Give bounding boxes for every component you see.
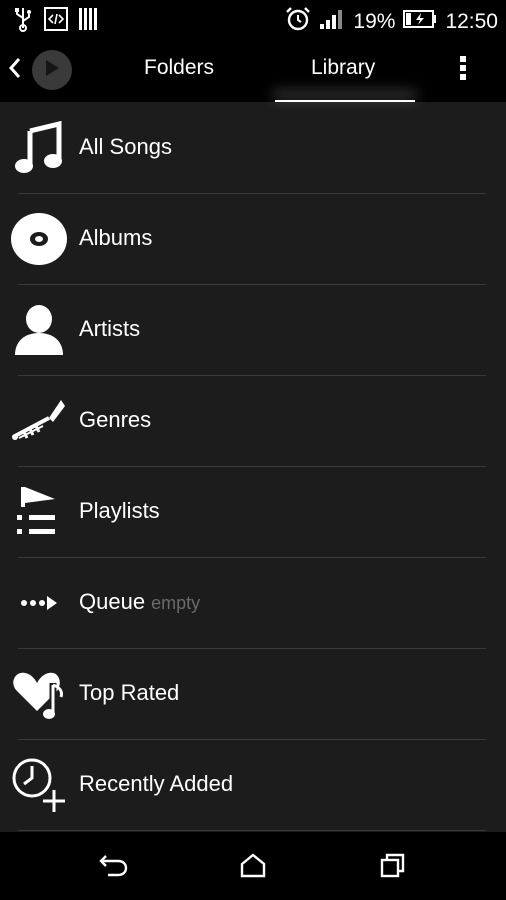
battery-percent: 19% <box>353 9 396 33</box>
trumpet-icon <box>8 390 70 452</box>
list-item-genres[interactable]: Genres <box>0 376 506 467</box>
list-item-label: Queue empty <box>79 589 201 614</box>
list-item-all-songs[interactable]: All Songs <box>0 103 506 194</box>
list-item-albums[interactable]: Albums <box>0 194 506 285</box>
list-item-label: Playlists <box>79 498 160 523</box>
music-note-icon <box>8 117 70 179</box>
disc-icon <box>8 208 70 270</box>
list-item-label: Artists <box>79 316 141 341</box>
list-item-label: Genres <box>79 407 152 432</box>
barcode-icon <box>78 7 100 36</box>
home-icon <box>238 852 268 883</box>
queue-icon <box>8 572 70 634</box>
overflow-menu-icon[interactable] <box>458 56 468 84</box>
list-item-queue[interactable]: Queue empty <box>0 558 506 649</box>
developer-code-icon <box>44 7 68 36</box>
person-icon <box>8 299 70 361</box>
clock-plus-icon <box>8 754 70 816</box>
play-icon <box>43 58 61 83</box>
list-item-playlists[interactable]: Playlists <box>0 467 506 558</box>
recent-apps-button[interactable] <box>378 852 408 882</box>
list-item-label: All Songs <box>79 134 172 159</box>
home-button[interactable] <box>238 852 268 882</box>
battery-charging-icon <box>403 10 437 33</box>
alarm-icon <box>285 6 311 37</box>
list-item-top-rated[interactable]: Top Rated <box>0 649 506 740</box>
library-list: All Songs Albums Artists Genres Playlist… <box>0 103 506 831</box>
clock: 12:50 <box>445 9 498 33</box>
list-item-artists[interactable]: Artists <box>0 285 506 376</box>
queue-status: empty <box>151 593 201 613</box>
list-item-recently-added[interactable]: Recently Added <box>0 740 506 831</box>
system-status: 19% 12:50 <box>285 6 498 37</box>
playlist-icon <box>8 481 70 543</box>
list-item-label: Albums <box>79 225 153 250</box>
divider <box>18 830 486 831</box>
list-item-label: Recently Added <box>79 771 234 796</box>
tab-folders[interactable]: Folders <box>144 56 214 80</box>
list-item-label: Top Rated <box>79 680 180 705</box>
recent-apps-icon <box>378 852 408 883</box>
heart-note-icon <box>8 663 70 725</box>
action-bar: Folders Library <box>0 38 506 102</box>
navigation-bar <box>0 832 506 900</box>
back-chevron-icon[interactable] <box>6 56 24 85</box>
selected-tab-indicator <box>275 100 415 102</box>
notification-icons <box>12 6 100 37</box>
usb-icon <box>12 6 34 37</box>
now-playing-button[interactable] <box>32 50 72 90</box>
back-arrow-icon <box>98 852 128 883</box>
status-bar: 19% 12:50 <box>0 0 506 38</box>
signal-icon <box>319 8 345 35</box>
tab-library[interactable]: Library <box>311 56 375 80</box>
back-button[interactable] <box>98 852 128 882</box>
